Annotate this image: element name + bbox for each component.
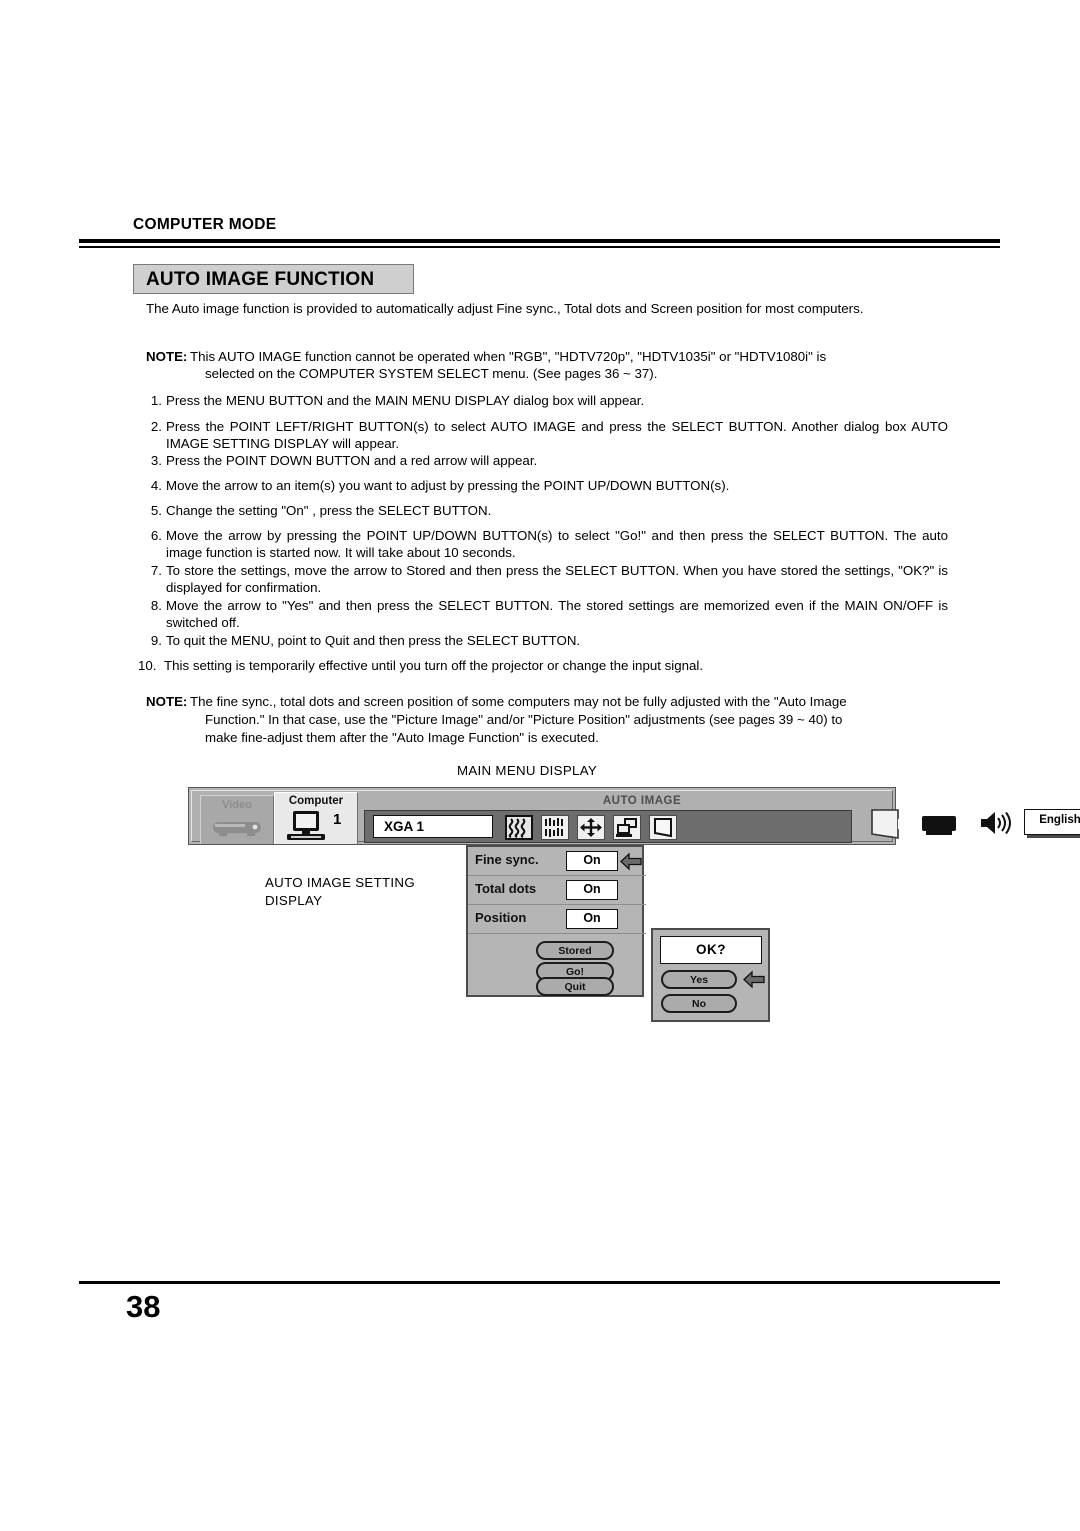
language-value: English [1039, 814, 1080, 826]
setting-row-position[interactable]: Position On [468, 905, 646, 934]
step-number-6: 6. [150, 528, 162, 543]
note1-line2: selected on the COMPUTER SYSTEM SELECT m… [205, 366, 658, 381]
position-icon-button[interactable] [577, 815, 605, 840]
pc-adjust-icon-button[interactable] [613, 815, 641, 840]
menu-bar-inner: Video Computer 1 AUTO IMAGE XGA 1 Englis… [191, 790, 1080, 844]
ok-title-box: OK? [660, 936, 762, 964]
computer-monitor-icon [287, 811, 325, 840]
tab-video[interactable]: Video [200, 795, 274, 844]
screen-icon-button[interactable] [649, 815, 677, 840]
step-number-2: 2. [150, 419, 162, 434]
step-number-5: 5. [150, 503, 162, 518]
page-title: AUTO IMAGE FUNCTION [146, 269, 375, 290]
step-text-8: Move the arrow to "Yes" and then press t… [166, 598, 948, 631]
setting-row-fine-sync[interactable]: Fine sync. On [468, 847, 646, 876]
screen-icon [654, 818, 672, 838]
ok-confirmation-dialog: OK? Yes No [651, 928, 770, 1022]
note1-label: NOTE: [146, 349, 188, 364]
caption-main-menu-display: MAIN MENU DISPLAY [457, 763, 598, 778]
step-number-1: 1. [150, 393, 162, 408]
setting-value-box-total-dots[interactable]: On [566, 880, 618, 900]
section-mode-label: COMPUTER MODE [133, 216, 277, 233]
setting-row-total-dots[interactable]: Total dots On [468, 876, 646, 905]
no-button-label: No [692, 998, 706, 1010]
auto-image-setting-dialog: Fine sync. On Total dots On Position On [466, 845, 646, 997]
tab-computer-label: Computer [288, 795, 344, 807]
ok-title: OK? [696, 942, 726, 957]
total-dots-icon [545, 818, 563, 837]
no-button[interactable]: No [661, 994, 737, 1013]
setting-value-total-dots: On [583, 882, 601, 896]
note2-line3: make fine-adjust them after the "Auto Im… [205, 730, 599, 745]
volume-icon-button[interactable] [978, 809, 1014, 837]
step-number-7: 7. [150, 563, 162, 578]
step-text-6: Move the arrow by pressing the POINT UP/… [166, 528, 948, 561]
intro-paragraph: The Auto image function is provided to a… [146, 301, 864, 316]
step-text-2: Press the POINT LEFT/RIGHT BUTTON(s) to … [166, 419, 948, 452]
total-dots-icon-button[interactable] [541, 815, 569, 840]
tab-computer-number: 1 [333, 811, 342, 828]
step-number-10: 10. [138, 658, 157, 673]
fine-sync-icon [508, 818, 526, 838]
step-number-9: 9. [150, 633, 162, 648]
step-number-4: 4. [150, 478, 162, 493]
yes-button[interactable]: Yes [661, 970, 737, 989]
quit-button-label: Quit [564, 981, 586, 993]
setting-value-fine-sync: On [583, 853, 601, 867]
setting-value-position: On [583, 911, 601, 925]
video-source-icon [213, 822, 261, 836]
fine-sync-icon-button[interactable] [505, 815, 533, 840]
setting-value-box-fine-sync[interactable]: On [566, 851, 618, 871]
position-arrows-icon [580, 818, 602, 837]
step-text-10: This setting is temporarily effective un… [164, 658, 704, 673]
pointer-arrow-yes [743, 970, 765, 989]
manual-page: COMPUTER MODE AUTO IMAGE FUNCTION The Au… [0, 0, 1080, 1531]
step-text-3: Press the POINT DOWN BUTTON and a red ar… [166, 453, 538, 468]
header-rule-thin [79, 246, 1000, 248]
source-value: XGA 1 [384, 819, 425, 834]
step-text-4: Move the arrow to an item(s) you want to… [166, 478, 730, 493]
step-text-7: To store the settings, move the arrow to… [166, 563, 948, 596]
step-text-1: Press the MENU BUTTON and the MAIN MENU … [166, 393, 645, 408]
header-rule-thick [79, 239, 1000, 243]
osd-main-menu-bar: Video Computer 1 AUTO IMAGE XGA 1 Englis… [188, 787, 1080, 845]
step-number-3: 3. [150, 453, 162, 468]
osd-menu-title: AUTO IMAGE [602, 795, 682, 807]
note1-line1: This AUTO IMAGE function cannot be opera… [190, 349, 827, 364]
caption-auto-image-setting-line2: DISPLAY [265, 893, 323, 908]
projector-icon-group[interactable] [868, 807, 968, 841]
setting-label-position: Position [475, 910, 527, 925]
page-title-box: AUTO IMAGE FUNCTION [133, 264, 414, 294]
note2-line1: The fine sync., total dots and screen po… [190, 694, 847, 709]
projector-icon [871, 809, 956, 839]
setting-value-box-position[interactable]: On [566, 909, 618, 929]
osd-icon-strip: XGA 1 [364, 810, 852, 843]
speaker-volume-icon [981, 811, 1011, 835]
caption-auto-image-setting-line1: AUTO IMAGE SETTING [265, 875, 415, 890]
quit-button[interactable]: Quit [536, 977, 614, 996]
step-number-8: 8. [150, 598, 162, 613]
source-value-field[interactable]: XGA 1 [373, 815, 493, 838]
language-field[interactable]: English [1024, 809, 1080, 835]
step-text-5: Change the setting "On" , press the SELE… [166, 503, 492, 518]
setting-label-total-dots: Total dots [475, 881, 537, 896]
note2-label: NOTE: [146, 694, 188, 709]
tab-video-label: Video [222, 799, 252, 811]
footer-rule [79, 1281, 1000, 1284]
pointer-arrow-fine-sync [620, 852, 642, 871]
setting-label-fine-sync: Fine sync. [475, 852, 539, 867]
stored-button[interactable]: Stored [536, 941, 614, 960]
yes-button-label: Yes [689, 974, 709, 986]
note2-line2: Function." In that case, use the "Pictur… [205, 712, 843, 727]
pc-adjust-icon [616, 818, 637, 837]
page-number: 38 [126, 1289, 161, 1324]
stored-button-label: Stored [558, 945, 592, 957]
tab-computer[interactable]: Computer 1 [274, 792, 358, 844]
step-text-9: To quit the MENU, point to Quit and then… [166, 633, 581, 648]
